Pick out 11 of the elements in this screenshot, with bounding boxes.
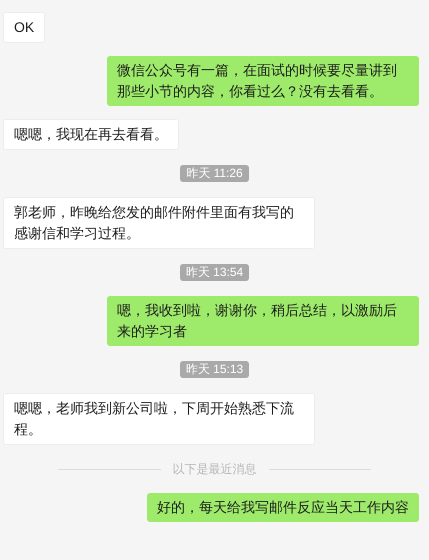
- divider-label: 以下是最近消息: [172, 461, 256, 478]
- message-bubble: 嗯，我收到啦，谢谢你，稍后总结，以激励后来的学习者: [107, 296, 419, 346]
- message-bubble: 嗯嗯，我现在再去看看。: [3, 119, 179, 150]
- timestamp: 昨天 11:26: [180, 165, 249, 182]
- message-bubble: 微信公众号有一篇，在面试的时候要尽量讲到那些小节的内容，你看过么？没有去看看。: [107, 56, 419, 106]
- message-bubble: 郭老师，昨晚给您发的邮件附件里面有我写的感谢信和学习过程。: [3, 197, 315, 249]
- message-bubble: OK: [3, 12, 46, 43]
- timestamp: 昨天 13:54: [180, 264, 250, 281]
- timestamp: 昨天 15:13: [180, 361, 250, 378]
- message-bubble: 好的，每天给我写邮件反应当天工作内容: [147, 493, 419, 522]
- message-bubble: 嗯嗯，老师我到新公司啦，下周开始熟悉下流程。: [3, 393, 315, 445]
